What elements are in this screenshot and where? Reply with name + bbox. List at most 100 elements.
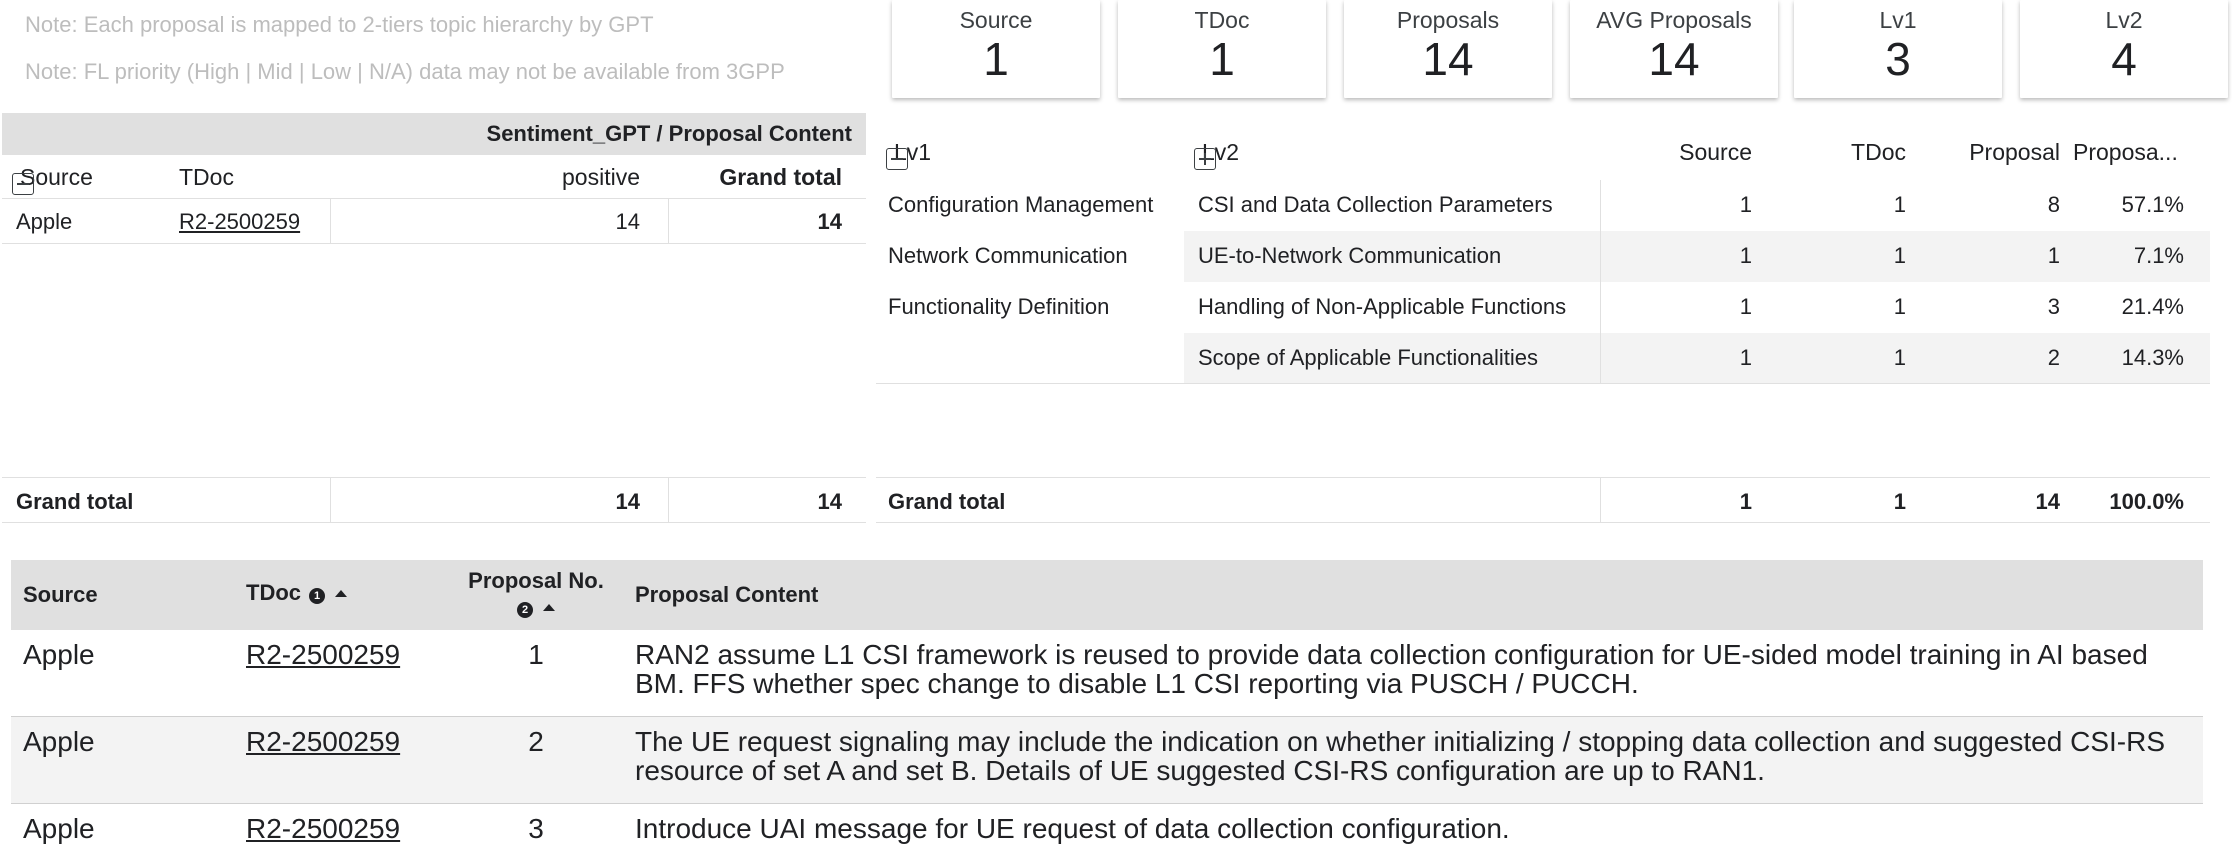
header-proposal-pct: Proposa... bbox=[2073, 139, 2178, 165]
cell-proposal-pct: 7.1% bbox=[2133, 243, 2184, 268]
header-tdoc: TDoc bbox=[179, 164, 234, 190]
kpi-card-proposals: Proposals 14 bbox=[1344, 0, 1552, 98]
cell-proposal-no: 3 bbox=[528, 813, 544, 844]
cell-proposal-pct: 57.1% bbox=[2121, 192, 2184, 217]
cell-lv1: Network Communication bbox=[888, 243, 1128, 268]
sort-ascending-icon bbox=[543, 604, 555, 611]
cell-proposal-content: Introduce UAI message for UE request of … bbox=[635, 813, 1510, 844]
kpi-label: Source bbox=[959, 7, 1033, 33]
cell-proposal: 8 bbox=[2047, 192, 2060, 217]
kpi-label: Proposals bbox=[1396, 7, 1500, 33]
kpi-value: 1 bbox=[1209, 33, 1235, 85]
header-proposal: Proposal bbox=[1969, 139, 2060, 165]
cell-source: 1 bbox=[1739, 243, 1752, 268]
cell-tdoc: 1 bbox=[1893, 243, 1906, 268]
proposal-detail-table: Source TDoc 1 Proposal No. 2 Proposal Con… bbox=[11, 560, 2203, 854]
kpi-label: AVG Proposals bbox=[1596, 7, 1752, 33]
pivot-row: Functionality Definition Handling of Non… bbox=[876, 282, 2210, 333]
grand-total-tdoc: 1 bbox=[1893, 489, 1906, 514]
header-proposal-no-sortable[interactable]: Proposal No. 2 bbox=[451, 568, 621, 620]
cell-tdoc: 1 bbox=[1893, 192, 1906, 217]
header-tdoc: TDoc bbox=[1851, 139, 1906, 165]
pivot-column-group-header: Sentiment_GPT / Proposal Content bbox=[2, 113, 866, 155]
cell-lv1: Configuration Management bbox=[888, 192, 1154, 217]
minus-box-icon bbox=[886, 148, 908, 170]
cell-lv2: Scope of Applicable Functionalities bbox=[1198, 345, 1538, 370]
cell-source: 1 bbox=[1739, 294, 1752, 319]
topic-pivot-table: Lv1 Lv2 Source TDoc Proposal Proposa... … bbox=[876, 130, 2210, 530]
plus-box-icon bbox=[1194, 148, 1216, 170]
header-proposal-content[interactable]: Proposal Content bbox=[635, 582, 818, 608]
pivot-row: Apple R2-2500259 14 14 bbox=[2, 199, 866, 244]
cell-positive: 14 bbox=[615, 209, 640, 234]
table-row: Apple R2-2500259 3 Introduce UAI message… bbox=[11, 804, 2203, 854]
cell-proposal-pct: 21.4% bbox=[2121, 294, 2184, 319]
header-positive: positive bbox=[562, 164, 640, 190]
header-tdoc: TDoc bbox=[246, 580, 301, 605]
tdoc-link[interactable]: R2-2500259 bbox=[246, 726, 400, 757]
cell-tdoc: 1 bbox=[1893, 345, 1906, 370]
sort-ascending-icon bbox=[335, 590, 347, 597]
header-source[interactable]: Source bbox=[23, 582, 98, 608]
kpi-value: 1 bbox=[983, 33, 1009, 85]
cell-source: Apple bbox=[23, 639, 95, 670]
header-source: Source bbox=[1679, 139, 1752, 165]
cell-proposal: 3 bbox=[2047, 294, 2060, 319]
kpi-value: 14 bbox=[1648, 33, 1700, 85]
minus-box-icon bbox=[12, 173, 34, 195]
expand-lv2-button[interactable]: Lv2 bbox=[1194, 139, 1239, 170]
cell-source: 1 bbox=[1739, 192, 1752, 217]
kpi-card-avg-proposals: AVG Proposals 14 bbox=[1570, 0, 1778, 98]
tdoc-link[interactable]: R2-2500259 bbox=[246, 639, 400, 670]
sentiment-pivot-table: Sentiment_GPT / Proposal Content Source … bbox=[0, 113, 866, 528]
cell-proposal-no: 2 bbox=[528, 726, 544, 757]
pivot-header-row: Lv1 Lv2 Source TDoc Proposal Proposa... bbox=[876, 130, 2210, 174]
tdoc-link[interactable]: R2-2500259 bbox=[246, 813, 400, 844]
grand-total-source: 1 bbox=[1739, 489, 1752, 514]
header-grand-total: Grand total bbox=[719, 164, 842, 190]
grand-total-pct: 100.0% bbox=[2109, 489, 2184, 514]
cell-lv1: Functionality Definition bbox=[888, 294, 1110, 319]
cell-tdoc: 1 bbox=[1893, 294, 1906, 319]
grand-total-label: Grand total bbox=[16, 489, 134, 514]
cell-source: 1 bbox=[1739, 345, 1752, 370]
table-row: Apple R2-2500259 1 RAN2 assume L1 CSI fr… bbox=[11, 630, 2203, 717]
grand-total-value: 14 bbox=[817, 489, 842, 514]
pivot-row: Network Communication UE-to-Network Comm… bbox=[876, 231, 2210, 282]
kpi-label: Lv1 bbox=[1879, 7, 1917, 33]
grand-total-proposal: 14 bbox=[2035, 489, 2060, 514]
pivot-grand-total-row: Grand total 1 1 14 100.0% bbox=[876, 477, 2210, 523]
note-fl-priority: Note: FL priority (High | Mid | Low | N/… bbox=[25, 59, 785, 84]
detail-header-row: Source TDoc 1 Proposal No. 2 Proposal Con… bbox=[11, 560, 2203, 630]
cell-source: Apple bbox=[23, 813, 95, 844]
grand-total-positive: 14 bbox=[615, 489, 640, 514]
cell-proposal-content: RAN2 assume L1 CSI framework is reused t… bbox=[635, 639, 2148, 699]
cell-proposal: 2 bbox=[2047, 345, 2060, 370]
collapse-source-button[interactable]: Source bbox=[12, 164, 93, 195]
cell-proposal-content: The UE request signaling may include the… bbox=[635, 726, 2166, 786]
header-proposal-no: Proposal No. bbox=[468, 568, 604, 593]
kpi-card-lv1: Lv1 3 bbox=[1794, 0, 2002, 98]
kpi-label: TDoc bbox=[1194, 7, 1250, 33]
pivot-header-row: Source TDoc positive Grand total bbox=[2, 155, 866, 199]
cell-proposal-no: 1 bbox=[528, 639, 544, 670]
cell-proposal-pct: 14.3% bbox=[2121, 345, 2184, 370]
table-row: Apple R2-2500259 2 The UE request signal… bbox=[11, 717, 2203, 804]
pivot-row: Configuration Management CSI and Data Co… bbox=[876, 180, 2210, 231]
pivot-grand-total-row: Grand total 14 14 bbox=[2, 477, 866, 523]
kpi-card-lv2: Lv2 4 bbox=[2020, 0, 2228, 98]
kpi-card-tdoc: TDoc 1 bbox=[1118, 0, 1326, 98]
kpi-value: 4 bbox=[2111, 33, 2137, 85]
header-tdoc-sortable[interactable]: TDoc 1 bbox=[246, 580, 347, 606]
sort-order-badge: 2 bbox=[517, 602, 533, 618]
kpi-value: 3 bbox=[1885, 33, 1911, 85]
sort-order-badge: 1 bbox=[309, 588, 325, 604]
kpi-label: Lv2 bbox=[2105, 7, 2143, 33]
cell-lv2: UE-to-Network Communication bbox=[1198, 243, 1502, 268]
cell-source: Apple bbox=[16, 209, 73, 234]
note-topic-hierarchy: Note: Each proposal is mapped to 2-tiers… bbox=[25, 12, 654, 37]
grand-total-label: Grand total bbox=[888, 489, 1006, 514]
tdoc-link[interactable]: R2-2500259 bbox=[179, 209, 300, 234]
cell-grand-total: 14 bbox=[817, 209, 842, 234]
collapse-lv1-button[interactable]: Lv1 bbox=[886, 139, 931, 170]
